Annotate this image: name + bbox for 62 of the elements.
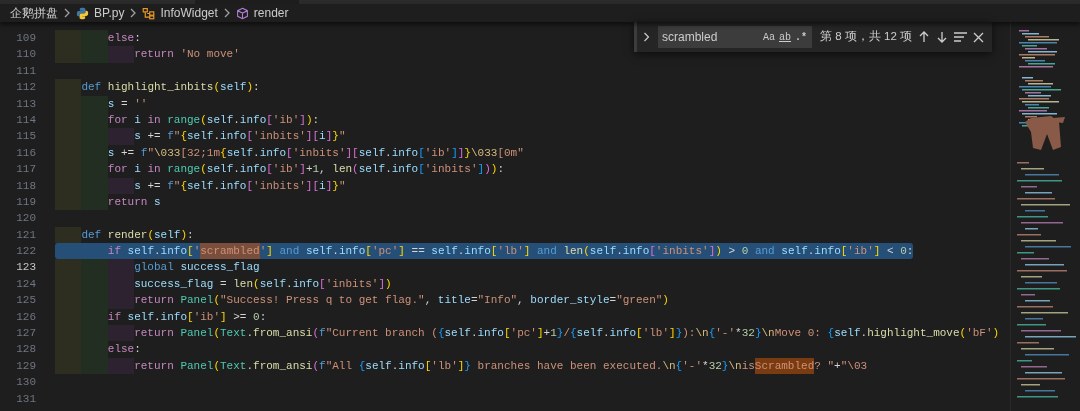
- chevron-right-icon: [63, 8, 71, 18]
- breadcrumb-item[interactable]: BP.py: [94, 4, 125, 22]
- code-line: s = '': [55, 95, 148, 112]
- class-icon: [142, 6, 156, 20]
- line-number: 110: [15, 47, 37, 63]
- arrow-up-icon[interactable]: [918, 31, 930, 43]
- code-line: return s: [55, 193, 161, 211]
- line-number: 126: [15, 309, 37, 325]
- find-input-text[interactable]: scrambled: [662, 28, 761, 46]
- lines-icon[interactable]: [954, 32, 967, 42]
- line-number: 109: [15, 31, 37, 46]
- line-number: 130: [15, 375, 37, 391]
- line-number: 115: [15, 129, 37, 145]
- line-number: 123: [15, 260, 37, 276]
- code-line: return Panel(Text.from_ansi(f"All {self.info['lb']} branches have been executed.\n{'-'*32}\nisScrambled? "+"\03: [55, 357, 868, 375]
- code-line: return 'No move': [55, 46, 240, 63]
- line-number: 116: [15, 145, 37, 161]
- code-line: else:: [55, 30, 141, 47]
- whole-word-button[interactable]: ab: [777, 28, 793, 46]
- line-number: 121: [15, 227, 37, 243]
- line-number: 119: [15, 194, 37, 210]
- line-number: 122: [15, 244, 37, 260]
- line-number: 111: [15, 63, 37, 79]
- code-line: success_flag = len(self.info['inbits']): [55, 275, 392, 293]
- code-line: for i in range(self.info['ib']+1, len(self.info['inbits'])):: [55, 161, 504, 178]
- code-line: def render(self):: [55, 226, 194, 244]
- code-line: def highlight_inbits(self):: [55, 79, 260, 96]
- breadcrumb-item[interactable]: render: [253, 4, 289, 22]
- code-line: s += f"\033[32;1m{self.info['inbits'][self.info['ib']]}\033[0m": [55, 144, 524, 162]
- arrow-down-icon[interactable]: [936, 31, 948, 43]
- line-number: 131: [15, 391, 37, 407]
- chevron-right-icon: [643, 32, 650, 42]
- match-count: 第 8 项，共 12 项: [820, 29, 912, 45]
- line-number: 118: [15, 178, 37, 194]
- close-icon[interactable]: [973, 31, 984, 43]
- line-number: 117: [15, 162, 37, 178]
- cube-icon: [235, 6, 249, 20]
- breadcrumb-item[interactable]: InfoWidget: [160, 4, 218, 22]
- line-number: 129: [15, 358, 37, 374]
- code-line: s += f"{self.info['inbits'][i]}": [55, 128, 346, 145]
- line-number: 113: [15, 96, 37, 112]
- python-icon: [76, 6, 89, 20]
- chevron-right-icon: [222, 8, 231, 18]
- breadcrumb-item[interactable]: 企鹅拼盘: [10, 4, 58, 22]
- code-line: else:: [55, 341, 141, 358]
- line-number: 124: [15, 276, 37, 292]
- code-line: return Panel("Success! Press q to get flag.", title="Info", border_style="green"): [55, 292, 669, 309]
- code-line: for i in range(self.info['ib']):: [55, 111, 320, 129]
- line-number: 125: [15, 293, 37, 309]
- regex-button[interactable]: .*: [793, 28, 810, 46]
- find-input[interactable]: scrambled Aa ab .*: [658, 26, 813, 48]
- match-case-button[interactable]: Aa: [761, 28, 777, 46]
- line-number: 120: [15, 211, 37, 227]
- chevron-right-icon: [129, 8, 138, 18]
- line-number: 128: [15, 342, 37, 358]
- code-line: global success_flag: [55, 259, 260, 276]
- code-line: return Panel(Text.from_ansi(f"Current branch ({self.info['pc']+1}/{self.info['lb']}):\n{'-'*32}\nMove 0: {self.highlight_move('bF'): [55, 325, 1000, 342]
- line-number: 114: [15, 112, 37, 128]
- line-number: 112: [15, 80, 37, 96]
- line-number: 127: [15, 326, 37, 342]
- code-line: if self.info['ib'] >= 0:: [55, 308, 267, 326]
- code-line: s += f"{self.info['inbits'][i]}": [55, 177, 346, 194]
